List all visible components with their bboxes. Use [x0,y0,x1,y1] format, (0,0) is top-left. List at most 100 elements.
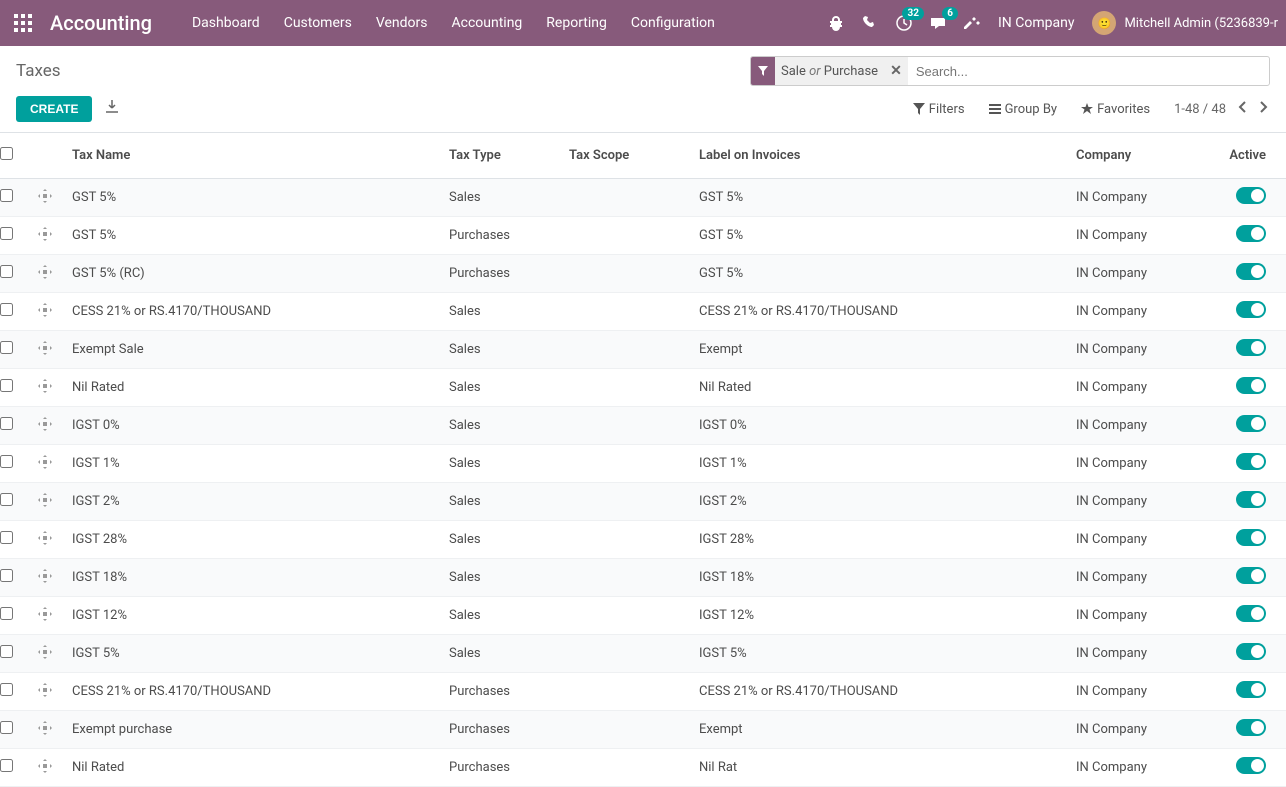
active-toggle[interactable] [1236,339,1266,356]
col-active[interactable]: Active [1206,133,1286,179]
table-row[interactable]: Exempt purchase Purchases Exempt IN Comp… [0,711,1286,749]
table-row[interactable]: CESS 21% or RS.4170/THOUSAND Sales CESS … [0,293,1286,331]
row-checkbox[interactable] [0,569,13,582]
drag-handle-icon[interactable] [38,458,52,473]
menu-configuration[interactable]: Configuration [631,15,715,31]
drag-handle-icon[interactable] [38,610,52,625]
active-toggle[interactable] [1236,719,1266,736]
active-toggle[interactable] [1236,605,1266,622]
active-toggle[interactable] [1236,453,1266,470]
row-checkbox[interactable] [0,607,13,620]
active-toggle[interactable] [1236,567,1266,584]
active-toggle[interactable] [1236,681,1266,698]
active-toggle[interactable] [1236,757,1266,774]
table-row[interactable]: Nil Rated Purchases Nil Rat IN Company [0,749,1286,787]
row-checkbox[interactable] [0,493,13,506]
create-button[interactable]: CREATE [16,96,92,122]
col-tax-scope[interactable]: Tax Scope [559,133,689,179]
drag-handle-icon[interactable] [38,230,52,245]
menu-customers[interactable]: Customers [284,15,352,31]
active-toggle[interactable] [1236,643,1266,660]
menu-vendors[interactable]: Vendors [376,15,428,31]
search-input[interactable] [908,64,1269,79]
active-toggle[interactable] [1236,225,1266,242]
pager-prev-icon[interactable] [1236,100,1250,118]
col-tax-name[interactable]: Tax Name [62,133,439,179]
phone-icon[interactable] [862,15,878,31]
app-brand[interactable]: Accounting [50,11,152,35]
drag-handle-icon[interactable] [38,268,52,283]
drag-handle-icon[interactable] [38,344,52,359]
drag-handle-icon[interactable] [38,306,52,321]
menu-reporting[interactable]: Reporting [546,15,607,31]
drag-handle-icon[interactable] [38,496,52,511]
cell-label: CESS 21% or RS.4170/THOUSAND [689,293,1066,331]
drag-handle-icon[interactable] [38,382,52,397]
table-row[interactable]: IGST 12% Sales IGST 12% IN Company [0,597,1286,635]
row-checkbox[interactable] [0,341,13,354]
messages-icon[interactable]: 6 [930,15,946,31]
row-checkbox[interactable] [0,189,13,202]
row-checkbox[interactable] [0,455,13,468]
favorites-button[interactable]: Favorites [1081,102,1150,117]
row-checkbox[interactable] [0,645,13,658]
drag-handle-icon[interactable] [38,762,52,777]
menu-accounting[interactable]: Accounting [451,15,522,31]
active-toggle[interactable] [1236,491,1266,508]
row-checkbox[interactable] [0,379,13,392]
user-menu[interactable]: 🙂 Mitchell Admin (5236839-r [1092,11,1278,35]
active-toggle[interactable] [1236,263,1266,280]
col-tax-type[interactable]: Tax Type [439,133,559,179]
table-row[interactable]: Exempt Sale Sales Exempt IN Company [0,331,1286,369]
debug-icon[interactable] [828,15,844,31]
drag-handle-icon[interactable] [38,724,52,739]
col-label[interactable]: Label on Invoices [689,133,1066,179]
row-checkbox[interactable] [0,721,13,734]
table-row[interactable]: IGST 28% Sales IGST 28% IN Company [0,521,1286,559]
drag-handle-icon[interactable] [38,192,52,207]
select-all-checkbox[interactable] [0,147,13,160]
download-button[interactable] [104,99,120,119]
drag-handle-icon[interactable] [38,572,52,587]
row-checkbox[interactable] [0,227,13,240]
table-row[interactable]: IGST 5% Sales IGST 5% IN Company [0,635,1286,673]
pager-next-icon[interactable] [1256,100,1270,118]
table-row[interactable]: GST 5% Sales GST 5% IN Company [0,179,1286,217]
drag-handle-icon[interactable] [38,534,52,549]
drag-handle-icon[interactable] [38,686,52,701]
drag-handle-icon[interactable] [38,420,52,435]
groupby-button[interactable]: Group By [989,102,1058,117]
table-row[interactable]: IGST 1% Sales IGST 1% IN Company [0,445,1286,483]
row-checkbox[interactable] [0,683,13,696]
filters-button[interactable]: Filters [913,102,965,117]
table-row[interactable]: Nil Rated Sales Nil Rated IN Company [0,369,1286,407]
table-row[interactable]: GST 5% Purchases GST 5% IN Company [0,217,1286,255]
active-toggle[interactable] [1236,187,1266,204]
table-row[interactable]: IGST 2% Sales IGST 2% IN Company [0,483,1286,521]
row-checkbox[interactable] [0,759,13,772]
row-checkbox[interactable] [0,531,13,544]
facet-remove-icon[interactable]: ✕ [884,63,908,79]
tools-icon[interactable] [964,15,980,31]
table-row[interactable]: CESS 21% or RS.4170/THOUSAND Purchases C… [0,673,1286,711]
table-row[interactable]: IGST 18% Sales IGST 18% IN Company [0,559,1286,597]
active-toggle[interactable] [1236,529,1266,546]
drag-handle-icon[interactable] [38,648,52,663]
company-switcher[interactable]: IN Company [998,15,1074,31]
apps-icon[interactable] [8,14,38,32]
pager-text[interactable]: 1-48 / 48 [1174,102,1226,117]
search-bar[interactable]: Sale or Purchase ✕ [750,56,1270,86]
active-toggle[interactable] [1236,377,1266,394]
col-company[interactable]: Company [1066,133,1206,179]
groupby-label: Group By [1005,102,1058,117]
active-toggle[interactable] [1236,415,1266,432]
activities-icon[interactable]: 32 [896,15,912,31]
table-row[interactable]: GST 5% (RC) Purchases GST 5% IN Company [0,255,1286,293]
active-toggle[interactable] [1236,301,1266,318]
menu-dashboard[interactable]: Dashboard [192,15,260,31]
row-checkbox[interactable] [0,417,13,430]
table-row[interactable]: IGST 0% Sales IGST 0% IN Company [0,407,1286,445]
cell-label: GST 5% [689,217,1066,255]
row-checkbox[interactable] [0,303,13,316]
row-checkbox[interactable] [0,265,13,278]
